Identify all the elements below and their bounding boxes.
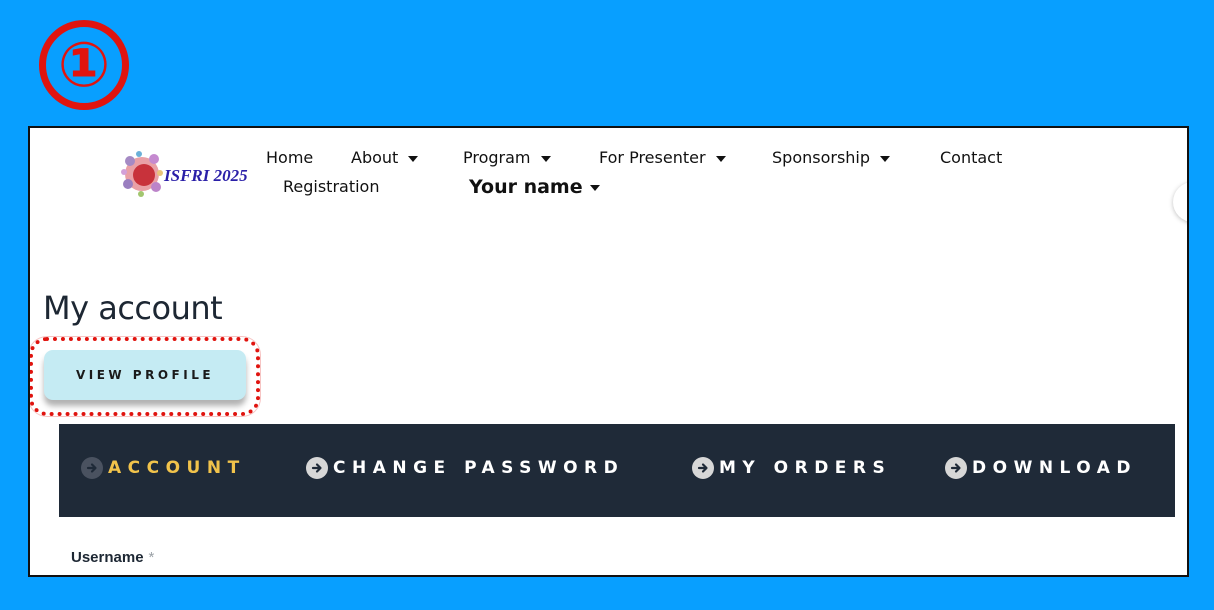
tab-download-label: DOWNLOAD <box>972 458 1138 478</box>
nav-about-label: About <box>351 148 399 167</box>
nav-home[interactable]: Home <box>266 148 313 167</box>
nav-sponsorship[interactable]: Sponsorship <box>772 148 891 167</box>
nav-sponsorship-label: Sponsorship <box>772 148 871 167</box>
browser-viewport: ISFRI 2025 Home About Program For Presen… <box>28 126 1189 577</box>
tab-account-label: ACCOUNT <box>108 458 246 478</box>
username-label-text: Username <box>71 549 144 566</box>
chevron-down-icon <box>540 155 551 162</box>
nav-program-label: Program <box>463 148 531 167</box>
required-marker: * <box>148 549 155 566</box>
username-label: Username * <box>71 549 154 566</box>
logo-text: ISFRI 2025 <box>164 166 248 185</box>
tab-change-password[interactable]: CHANGE PASSWORD <box>306 457 624 479</box>
nav-home-label: Home <box>266 148 314 167</box>
tab-my-orders-label: MY ORDERS <box>719 458 892 478</box>
nav-user-label: Your name <box>469 176 583 198</box>
chevron-down-icon <box>408 155 419 162</box>
arrow-right-circle-icon <box>306 457 328 479</box>
arrow-right-circle-icon <box>945 457 967 479</box>
nav-contact-label: Contact <box>940 148 1003 167</box>
arrow-right-circle-icon <box>692 457 714 479</box>
chevron-down-icon <box>589 184 600 191</box>
page-title: My account <box>43 289 223 327</box>
nav-registration[interactable]: Registration <box>283 177 379 196</box>
nav-for-presenter[interactable]: For Presenter <box>599 148 726 167</box>
nav-registration-label: Registration <box>283 177 380 196</box>
nav-about[interactable]: About <box>351 148 419 167</box>
tab-my-orders[interactable]: MY ORDERS <box>692 457 891 479</box>
nav-for-presenter-label: For Presenter <box>599 148 706 167</box>
view-profile-button[interactable]: VIEW PROFILE <box>44 350 246 400</box>
tab-download[interactable]: DOWNLOAD <box>945 457 1137 479</box>
nav-program[interactable]: Program <box>463 148 551 167</box>
nav-contact[interactable]: Contact <box>940 148 1002 167</box>
chevron-down-icon <box>715 155 726 162</box>
tab-change-password-label: CHANGE PASSWORD <box>333 458 625 478</box>
arrow-right-circle-icon <box>81 457 103 479</box>
logo-icon <box>121 151 163 197</box>
chevron-down-icon <box>880 155 891 162</box>
carousel-control-button[interactable] <box>1173 182 1187 222</box>
tab-account[interactable]: ACCOUNT <box>81 457 246 479</box>
nav-user-menu[interactable]: Your name <box>469 176 600 198</box>
account-tab-bar: ACCOUNT CHANGE PASSWORD MY ORDERS DOWNLO… <box>59 424 1175 517</box>
site-logo[interactable]: ISFRI 2025 <box>120 148 248 198</box>
step-number-badge: ① <box>39 20 129 110</box>
